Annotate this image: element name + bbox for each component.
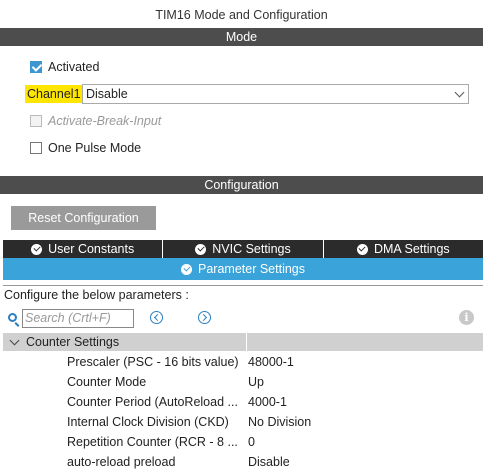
table-row[interactable]: Counter Mode Up [3, 372, 483, 392]
table-row[interactable]: Counter Period (AutoReload ... 4000-1 [3, 392, 483, 412]
config-tabs: User Constants NVIC Settings DMA Setting… [3, 240, 483, 258]
one-pulse-mode-row[interactable]: One Pulse Mode [30, 139, 141, 157]
param-value[interactable]: Up [248, 372, 264, 392]
tab-label: User Constants [48, 242, 135, 256]
tab-user-constants[interactable]: User Constants [3, 240, 164, 258]
channel1-select-value: Disable [86, 87, 128, 101]
check-circle-icon [195, 243, 207, 255]
param-name: Counter Mode [67, 375, 147, 389]
counter-settings-group-header[interactable]: Counter Settings [3, 333, 483, 351]
chevron-down-icon [9, 335, 20, 346]
channel1-select[interactable]: Disable [82, 84, 469, 104]
activated-label: Activated [48, 60, 100, 74]
tab-dma-settings[interactable]: DMA Settings [323, 240, 483, 258]
param-value[interactable]: 48000-1 [248, 352, 294, 372]
column-divider [246, 333, 247, 351]
activated-checkbox-row[interactable]: Activated [30, 58, 99, 76]
param-name: Prescaler (PSC - 16 bits value) [67, 355, 239, 369]
activate-break-input-checkbox [30, 115, 42, 127]
table-row[interactable]: auto-reload preload Disable [3, 452, 483, 472]
table-row[interactable]: Internal Clock Division (CKD) No Divisio… [3, 412, 483, 432]
previous-result-icon[interactable] [150, 311, 163, 324]
param-value[interactable]: Disable [248, 452, 290, 472]
channel1-label: Channel1 [25, 85, 83, 103]
param-value[interactable]: 0 [248, 432, 255, 452]
activated-checkbox[interactable] [30, 61, 42, 73]
info-icon[interactable]: i [459, 310, 474, 325]
counter-settings-label: Counter Settings [26, 335, 120, 349]
one-pulse-mode-checkbox[interactable] [30, 142, 42, 154]
activate-break-input-label: Activate-Break-Input [48, 114, 162, 128]
check-circle-icon [181, 263, 192, 275]
mode-section-header: Mode [0, 28, 483, 46]
table-row[interactable]: Prescaler (PSC - 16 bits value) 48000-1 [3, 352, 483, 372]
search-icon[interactable] [8, 313, 17, 322]
chevron-down-icon [454, 87, 465, 98]
check-circle-icon [356, 243, 368, 255]
configure-instructions: Configure the below parameters : [3, 285, 483, 303]
param-name: Repetition Counter (RCR - 8 ... [67, 435, 238, 449]
tab-label: DMA Settings [373, 242, 450, 256]
check-circle-icon [31, 243, 43, 255]
tab-nvic-settings[interactable]: NVIC Settings [163, 240, 324, 258]
param-name: Internal Clock Division (CKD) [67, 415, 229, 429]
search-bar: Search (Crtl+F) i [3, 308, 483, 330]
configuration-section-header: Configuration [0, 176, 483, 194]
param-value[interactable]: No Division [248, 412, 311, 432]
param-name: auto-reload preload [67, 455, 176, 469]
activate-break-input-row: Activate-Break-Input [30, 112, 161, 130]
reset-configuration-button[interactable]: Reset Configuration [11, 206, 156, 230]
tab-label: NVIC Settings [212, 242, 291, 256]
one-pulse-mode-label: One Pulse Mode [48, 141, 142, 155]
param-name: Counter Period (AutoReload ... [67, 395, 238, 409]
next-result-icon[interactable] [198, 311, 211, 324]
search-input[interactable]: Search (Crtl+F) [22, 309, 134, 328]
tab-parameter-settings[interactable]: Parameter Settings [3, 258, 483, 280]
window-title: TIM16 Mode and Configuration [155, 8, 328, 22]
param-value[interactable]: 4000-1 [248, 392, 287, 412]
table-row[interactable]: Repetition Counter (RCR - 8 ... 0 [3, 432, 483, 452]
tab-label: Parameter Settings [198, 262, 305, 276]
